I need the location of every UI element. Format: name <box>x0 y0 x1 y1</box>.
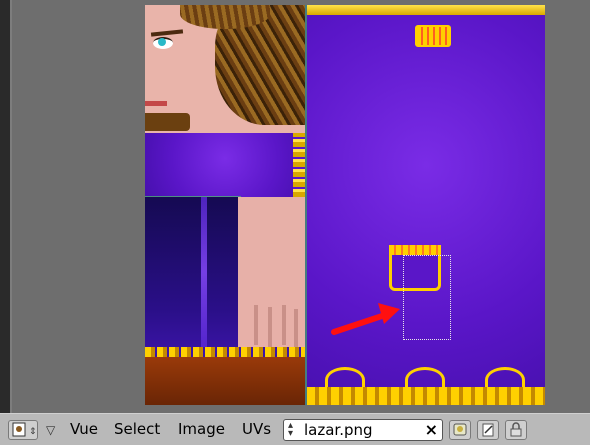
sync-button[interactable] <box>477 420 499 440</box>
texture-glow-line <box>201 197 207 347</box>
texture-foot-skin <box>238 197 305 357</box>
editor-type-icon: ⇕ <box>12 422 37 437</box>
viewport-left-divider <box>10 0 12 413</box>
texture-purple-strip <box>145 133 305 197</box>
editor-type-button[interactable]: ⇕ <box>8 420 38 440</box>
red-arrow-annotation <box>331 303 400 335</box>
texture-eyebrow <box>150 29 184 37</box>
image-name-field[interactable]: lazar.png <box>304 421 373 439</box>
header-collapse-icon[interactable]: ▽ <box>46 423 55 437</box>
lock-button[interactable] <box>505 420 527 440</box>
pin-icon <box>453 423 467 436</box>
image-editor-header: ⇕ ▽ Vue Select Image UVs ▴ ▾ lazar.png × <box>0 413 590 445</box>
menu-uvs[interactable]: UVs <box>242 419 271 439</box>
menu-select[interactable]: Select <box>114 419 160 439</box>
texture-eye-iris <box>158 38 166 46</box>
menu-image[interactable]: Image <box>178 419 225 439</box>
lock-icon <box>510 422 522 437</box>
uv-selection-box[interactable] <box>403 255 451 340</box>
menu-vue[interactable]: Vue <box>70 419 98 439</box>
uv-seam-vertical <box>305 5 307 405</box>
texture-crown-ornament <box>415 25 451 47</box>
texture-gold-trim-bottom <box>307 387 545 405</box>
svg-text:⇕: ⇕ <box>29 427 37 437</box>
texture-brown-floor <box>145 357 305 405</box>
image-browse-icon[interactable]: ▴ ▾ <box>288 421 293 439</box>
sync-icon <box>482 423 494 437</box>
texture-gold-side-trim <box>293 133 305 197</box>
uv-image-editor-viewport[interactable] <box>0 0 590 413</box>
texture-gold-trim-top <box>307 5 545 15</box>
uv-seam-horizontal <box>145 196 241 197</box>
texture-dark-panel <box>145 197 238 357</box>
viewport-left-border <box>0 0 10 413</box>
image-clear-icon[interactable]: × <box>425 420 438 440</box>
image-selector[interactable]: ▴ ▾ lazar.png × <box>283 419 443 441</box>
texture-beard <box>145 113 190 131</box>
pin-button[interactable] <box>449 420 471 440</box>
texture-face-region <box>145 5 305 133</box>
texture-right-panel <box>307 5 545 405</box>
texture-mouth <box>145 101 167 106</box>
texture-pocket-trim <box>389 245 441 255</box>
texture-image[interactable] <box>145 5 545 405</box>
